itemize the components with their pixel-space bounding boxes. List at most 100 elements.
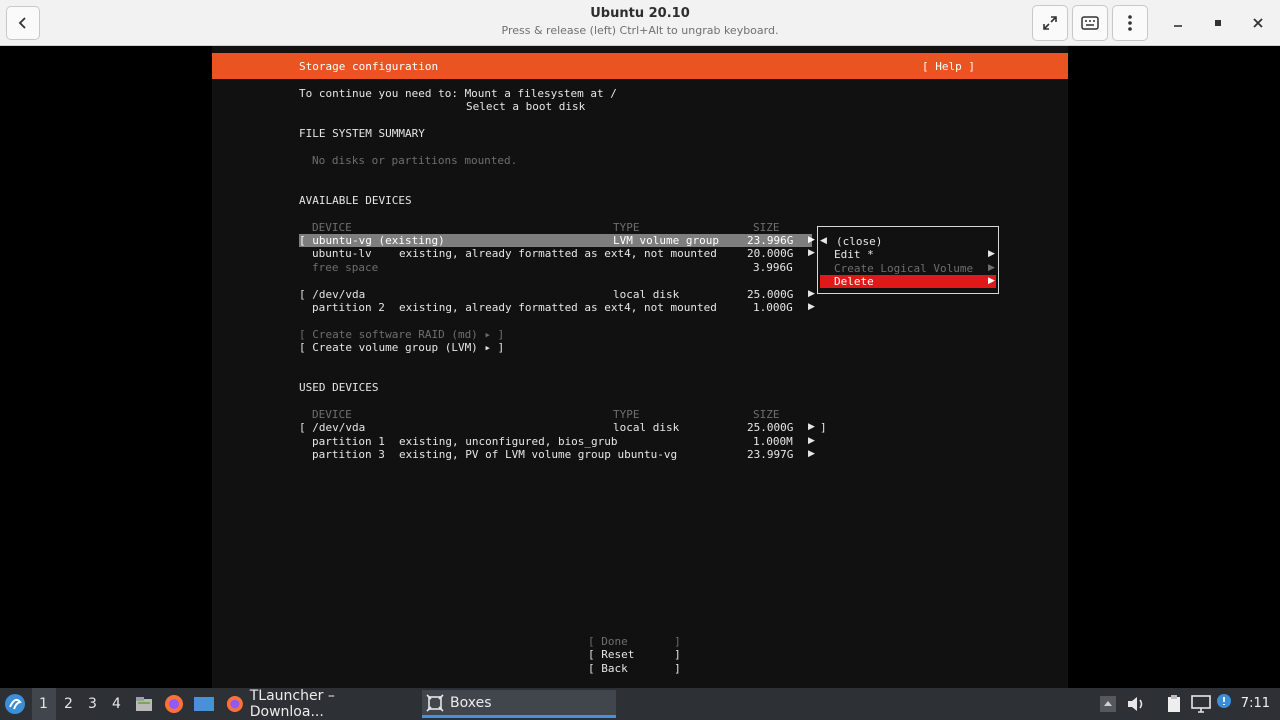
firefox-launcher[interactable]: [164, 694, 184, 714]
firefox-icon: [226, 696, 243, 712]
column-header-type: TYPE: [613, 221, 640, 234]
start-menu-button[interactable]: [4, 693, 26, 715]
workspace-3[interactable]: 3: [88, 696, 97, 712]
continue-message: To continue you need to: Mount a filesys…: [299, 87, 617, 100]
device-type: LVM volume group: [613, 234, 719, 247]
clipboard-icon: [1168, 695, 1180, 712]
tray-up-button[interactable]: [1099, 695, 1117, 713]
row-bracket: ]: [820, 421, 827, 434]
window-header-bar: Ubuntu 20.10 Press & release (left) Ctrl…: [0, 0, 1280, 46]
maximize-icon: [1215, 20, 1221, 26]
chevron-right-icon: ▶: [808, 302, 815, 312]
network-icon: [1191, 695, 1211, 713]
device-name[interactable]: partition 1: [312, 435, 385, 448]
boxes-icon: [426, 693, 444, 712]
folder-icon: [136, 697, 152, 711]
column-header-type: TYPE: [613, 408, 640, 421]
column-header-device: DEVICE: [312, 221, 352, 234]
fs-summary-heading: FILE SYSTEM SUMMARY: [299, 127, 425, 140]
keyboard-button[interactable]: [1072, 5, 1108, 41]
device-name[interactable]: [ /dev/vda: [299, 421, 365, 434]
device-name[interactable]: partition 3: [312, 448, 385, 461]
create-lvm-button[interactable]: [ Create volume group (LVM) ▸ ]: [299, 341, 504, 354]
desktop-icon: [194, 697, 214, 711]
notification-button[interactable]: [1216, 693, 1232, 709]
chevron-right-icon: ▶: [808, 235, 815, 245]
device-size: 23.997G: [747, 448, 794, 461]
menu-item-label: (close): [836, 235, 883, 248]
device-size: 20.000G: [747, 247, 794, 260]
desktop-launcher[interactable]: [193, 694, 215, 714]
maximize-button[interactable]: [1207, 12, 1229, 34]
menu-item-edit[interactable]: Edit * ▶: [820, 248, 996, 261]
notification-icon: [1217, 694, 1231, 708]
menu-item-close[interactable]: ◀ (close): [820, 235, 996, 248]
clipboard-button[interactable]: [1164, 694, 1184, 714]
device-type: existing, already formatted as ext4, not…: [399, 301, 717, 314]
device-size: 1.000G: [753, 301, 793, 314]
device-size: 3.996G: [753, 261, 793, 274]
chevron-right-icon: ▶: [808, 422, 815, 432]
network-button[interactable]: [1190, 694, 1212, 714]
workspace-2[interactable]: 2: [64, 696, 73, 712]
installer-title-bar: Storage configuration [ Help ]: [212, 53, 1068, 79]
back-button[interactable]: [ Back ]: [588, 662, 681, 675]
volume-icon: [1128, 697, 1143, 711]
start-menu-icon: [5, 694, 25, 714]
available-devices-heading: AVAILABLE DEVICES: [299, 194, 412, 207]
chevron-left-icon: ◀: [820, 236, 827, 246]
reset-button[interactable]: [ Reset ]: [588, 648, 681, 661]
minimize-icon: [1174, 25, 1182, 27]
device-name[interactable]: partition 2: [312, 301, 385, 314]
task-label: TLauncher – Downloa...: [249, 688, 335, 720]
device-type: existing, PV of LVM volume group ubuntu-…: [399, 448, 678, 461]
device-size: 25.000G: [747, 421, 794, 434]
fullscreen-button[interactable]: [1032, 5, 1068, 41]
files-launcher[interactable]: [134, 694, 154, 714]
installer-screen: Storage configuration [ Help ] To contin…: [212, 46, 1068, 688]
column-header-size: SIZE: [753, 221, 780, 234]
device-name: [ ubuntu-vg (existing): [299, 234, 445, 247]
task-label: Boxes: [450, 694, 492, 711]
taskbar: 1 2 3 4 TLauncher – Downloa... Boxes 7:1…: [0, 688, 1280, 720]
menu-item-label: Create Logical Volume: [834, 262, 974, 275]
device-name: free space: [312, 261, 379, 274]
help-button[interactable]: [ Help ]: [922, 60, 975, 73]
menu-item-create-logical-volume[interactable]: Create Logical Volume ▶: [820, 262, 996, 275]
chevron-right-icon: ▶: [988, 249, 995, 259]
device-size: 23.996G: [747, 234, 794, 247]
keyboard-icon: [1081, 16, 1099, 30]
device-type: local disk: [613, 288, 680, 301]
close-icon: [1253, 18, 1263, 28]
volume-button[interactable]: [1126, 695, 1146, 713]
menu-button[interactable]: [1112, 5, 1148, 41]
clock[interactable]: 7:11: [1241, 696, 1270, 711]
device-name[interactable]: ubuntu-lv: [312, 247, 372, 260]
task-tlauncher[interactable]: TLauncher – Downloa...: [222, 688, 415, 720]
menu-item-delete[interactable]: Delete ▶: [820, 275, 996, 288]
menu-item-label: Delete: [834, 275, 874, 288]
vertical-dots-icon: [1128, 15, 1132, 31]
task-boxes[interactable]: Boxes: [422, 690, 616, 718]
device-name[interactable]: [ /dev/vda: [299, 288, 365, 301]
firefox-icon: [165, 695, 183, 713]
minimize-button[interactable]: [1167, 12, 1189, 34]
workspace-4[interactable]: 4: [112, 696, 121, 712]
chevron-right-icon: ▶: [988, 263, 995, 273]
fs-summary-empty: No disks or partitions mounted.: [312, 154, 518, 167]
expand-icon: [1043, 16, 1057, 30]
device-type: existing, unconfigured, bios_grub: [399, 435, 618, 448]
caret-up-icon: [1100, 696, 1116, 712]
used-devices-heading: USED DEVICES: [299, 381, 379, 394]
workspace-1[interactable]: 1: [39, 696, 48, 712]
chevron-right-icon: ▶: [808, 248, 815, 258]
device-action-menu: ◀ (close) Edit * ▶ Create Logical Volume…: [817, 226, 999, 294]
chevron-right-icon: ▶: [808, 449, 815, 459]
chevron-right-icon: ▶: [808, 289, 815, 299]
done-button[interactable]: [ Done ]: [588, 635, 681, 648]
device-size: 1.000M: [753, 435, 793, 448]
device-type: existing, already formatted as ext4, not…: [399, 247, 717, 260]
create-raid-button[interactable]: [ Create software RAID (md) ▸ ]: [299, 328, 504, 341]
close-button[interactable]: [1247, 12, 1269, 34]
vm-display[interactable]: Storage configuration [ Help ] To contin…: [0, 46, 1280, 688]
